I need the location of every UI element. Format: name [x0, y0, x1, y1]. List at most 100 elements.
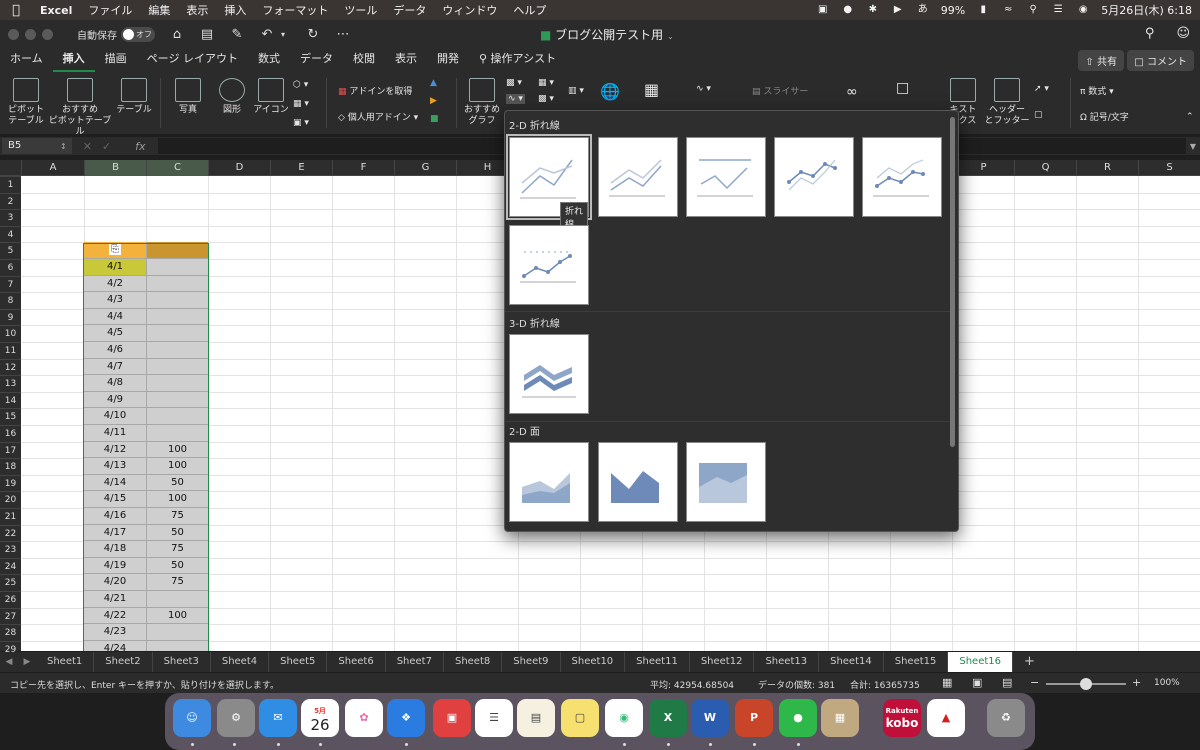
tab-view[interactable]: 表示 — [385, 48, 427, 72]
sheet-tab-sheet16[interactable]: Sheet16 — [948, 652, 1014, 672]
equation-button[interactable]: π 数式 ▾ — [1080, 84, 1114, 97]
photos-icon[interactable]: ✿ — [345, 699, 383, 737]
tab-draw[interactable]: 描画 — [95, 48, 137, 72]
row-header-5[interactable]: 5 — [0, 242, 21, 259]
prev-sheet-icon[interactable]: ◀ — [0, 657, 18, 667]
window-zoom-button[interactable] — [42, 28, 53, 40]
row-header-13[interactable]: 13 — [0, 375, 21, 392]
line-dock-icon[interactable]: ● — [779, 699, 817, 737]
next-sheet-icon[interactable]: ▶ — [18, 657, 36, 667]
menu-format[interactable]: フォーマット — [254, 2, 336, 18]
row-header-16[interactable]: 16 — [0, 425, 21, 442]
row-header-4[interactable]: 4 — [0, 225, 21, 243]
account-icon[interactable]: ☺ — [1176, 26, 1190, 41]
row-header-28[interactable]: 28 — [0, 624, 21, 641]
tab-home[interactable]: ホーム — [0, 48, 53, 72]
menu-help[interactable]: ヘルプ — [505, 2, 554, 18]
hierarchy-chart-icon[interactable]: ▦ ▾ — [538, 78, 554, 88]
tab-insert[interactable]: 挿入 — [52, 48, 95, 72]
bing-maps-icon[interactable]: ▶ — [430, 96, 437, 106]
sheet-tab-sheet13[interactable]: Sheet13 — [754, 652, 820, 672]
input-method-icon[interactable]: あ — [916, 4, 930, 16]
tab-review[interactable]: 校閲 — [343, 48, 385, 72]
link-icon[interactable]: ∞ — [846, 84, 858, 100]
screenshot-icon[interactable]: ▣ ▾ — [293, 118, 309, 128]
search-icon[interactable]: ⚲ — [1145, 26, 1155, 41]
play-icon[interactable]: ▶ — [891, 4, 905, 16]
row-header-12[interactable]: 12 — [0, 358, 21, 376]
zoom-slider[interactable] — [1046, 678, 1126, 690]
siri-icon[interactable]: ◉ — [1076, 4, 1090, 16]
reminders-icon[interactable]: ☰ — [475, 699, 513, 737]
autosave-toggle[interactable]: オフ — [121, 26, 155, 42]
sheet-tab-sheet10[interactable]: Sheet10 — [561, 652, 626, 672]
row-header-17[interactable]: 17 — [0, 441, 21, 459]
chart-thumb-100-line-markers[interactable] — [509, 225, 589, 305]
row-header-10[interactable]: 10 — [0, 325, 21, 342]
recommended-charts-button[interactable]: おすすめ グラフ — [462, 78, 502, 127]
sheet-tab-sheet8[interactable]: Sheet8 — [444, 652, 503, 672]
notes-icon[interactable]: ▤ — [517, 699, 555, 737]
table-button[interactable]: テーブル — [114, 78, 154, 116]
sheet-tab-sheet3[interactable]: Sheet3 — [153, 652, 211, 672]
insert-function-button[interactable]: fx — [135, 140, 145, 153]
menu-file[interactable]: ファイル — [80, 2, 140, 18]
smartart-icon[interactable]: ▦ ▾ — [293, 99, 309, 109]
shapes-button[interactable]: 図形 — [212, 78, 252, 116]
zoom-in-icon[interactable]: + — [1132, 676, 1141, 689]
row-header-7[interactable]: 7 — [0, 275, 21, 293]
chart-thumb-area[interactable] — [509, 442, 589, 522]
apple-menu-icon[interactable]:  — [0, 3, 32, 18]
column-chart-icon[interactable]: ▩ ▾ — [506, 78, 522, 88]
row-header-21[interactable]: 21 — [0, 508, 21, 525]
cancel-entry-icon[interactable]: ✕ — [83, 140, 92, 153]
column-header-f[interactable]: F — [332, 160, 394, 176]
row-header-20[interactable]: 20 — [0, 491, 21, 508]
menu-data[interactable]: データ — [385, 2, 434, 18]
safari-icon[interactable]: ❖ — [387, 699, 425, 737]
row-header-1[interactable]: 1 — [0, 176, 21, 193]
column-header-r[interactable]: R — [1076, 160, 1138, 176]
spotlight-search-icon[interactable]: ⚲ — [1026, 4, 1040, 16]
rakuten-kobo-icon[interactable]: Rakuten kobo — [883, 699, 921, 737]
sheet-tab-sheet7[interactable]: Sheet7 — [386, 652, 444, 672]
namebox-stepper-icon[interactable]: ↕ — [60, 142, 67, 151]
row-header-11[interactable]: 11 — [0, 342, 21, 359]
status-square-icon[interactable]: ▣ — [816, 4, 830, 16]
chart-thumb-stacked-line[interactable] — [598, 137, 678, 217]
chart-thumb-100-stacked-line[interactable] — [686, 137, 766, 217]
tab-formulas[interactable]: 数式 — [248, 48, 290, 72]
word-dock-icon[interactable]: W — [691, 699, 729, 737]
chart-thumb-stacked-area[interactable] — [598, 442, 678, 522]
powerpoint-dock-icon[interactable]: P — [735, 699, 773, 737]
confirm-entry-icon[interactable]: ✓ — [102, 140, 111, 153]
edit-doc-icon[interactable]: ✎ — [229, 27, 245, 42]
column-header-q[interactable]: Q — [1014, 160, 1076, 176]
column-header-e[interactable]: E — [270, 160, 332, 176]
object-icon[interactable]: ▢ — [1034, 110, 1043, 120]
add-sheet-button[interactable]: + — [1013, 652, 1046, 672]
menu-window[interactable]: ウィンドウ — [434, 2, 505, 18]
slicer-button[interactable]: ▤ スライサー — [752, 84, 808, 97]
row-header-27[interactable]: 27 — [0, 607, 21, 625]
row-header-26[interactable]: 26 — [0, 591, 21, 608]
symbol-button[interactable]: Ω 記号/文字 — [1080, 110, 1129, 123]
control-center-icon[interactable]: ☰ — [1051, 4, 1065, 16]
bluetooth-icon[interactable]: ✱ — [866, 4, 880, 16]
wifi-icon[interactable]: ≈ — [1001, 4, 1015, 16]
chart-thumb-stacked-line-markers[interactable] — [862, 137, 942, 217]
mail-icon[interactable]: ✉ — [259, 699, 297, 737]
chart-thumb-100-stacked-area[interactable] — [686, 442, 766, 522]
sheet-tab-sheet4[interactable]: Sheet4 — [211, 652, 270, 672]
row-header-14[interactable]: 14 — [0, 391, 21, 409]
photo-booth-icon[interactable]: ▣ — [433, 699, 471, 737]
title-chevron-icon[interactable]: ⌄ — [667, 32, 674, 41]
page-break-view-icon[interactable]: ▤ — [1002, 676, 1012, 689]
menu-view[interactable]: 表示 — [178, 2, 216, 18]
sparkline-icon[interactable]: ∿ ▾ — [696, 84, 711, 94]
column-header-s[interactable]: S — [1138, 160, 1200, 176]
sheet-tab-sheet1[interactable]: Sheet1 — [36, 652, 95, 672]
stat-chart-icon[interactable]: ▩ ▾ — [538, 94, 554, 104]
pivot-chart-icon[interactable]: ▦ — [644, 80, 659, 99]
header-footer-button[interactable]: ヘッダー とフッター — [984, 78, 1030, 127]
